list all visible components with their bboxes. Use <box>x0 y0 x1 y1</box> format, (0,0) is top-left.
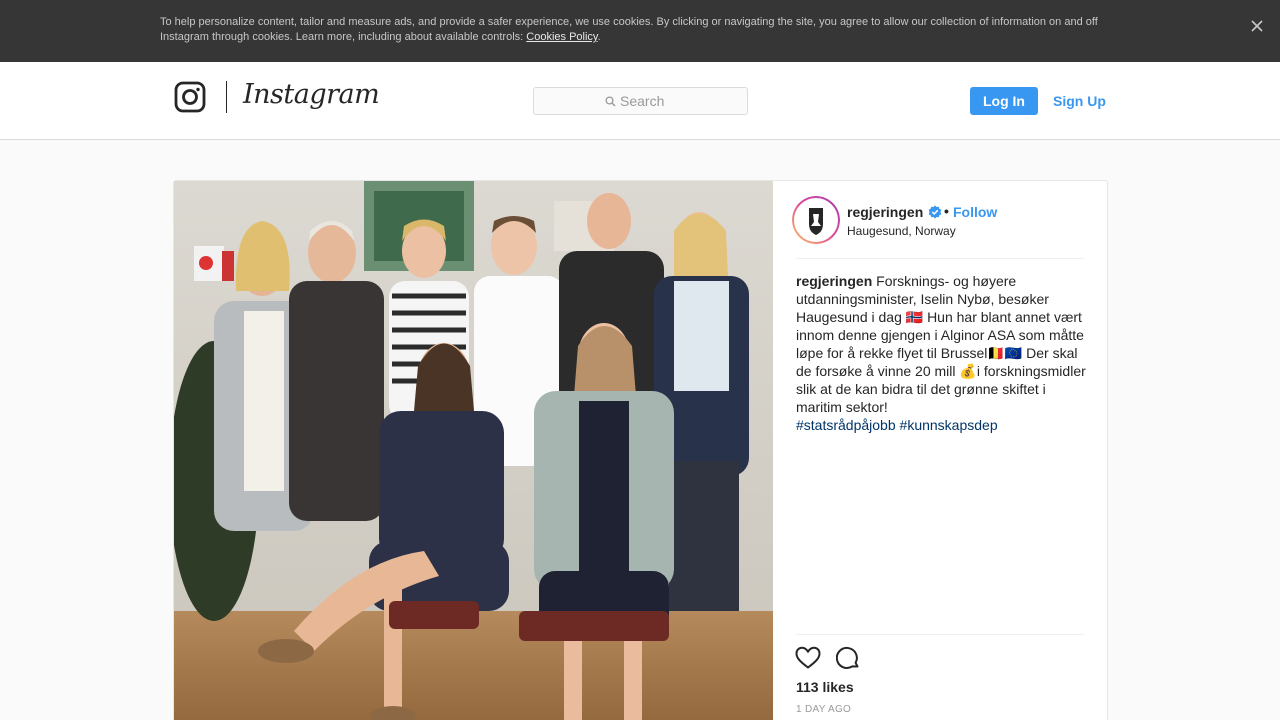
instagram-wordmark[interactable]: Instagram <box>243 79 380 110</box>
logo-divider <box>226 81 227 113</box>
log-in-button[interactable]: Log In <box>970 87 1038 115</box>
post-card: regjeringen • Follow Haugesund, Norway r… <box>173 180 1108 720</box>
hashtag-link[interactable]: #kunnskapsdep <box>900 417 998 433</box>
post-location[interactable]: Haugesund, Norway <box>847 224 956 238</box>
hashtag-link[interactable]: #statsrådpåjobb <box>796 417 896 433</box>
separator-dot: • <box>944 203 949 219</box>
close-icon[interactable] <box>1248 17 1266 35</box>
search-icon <box>605 96 616 107</box>
search-input[interactable] <box>620 91 740 111</box>
post-photo[interactable] <box>174 181 773 720</box>
caption-text: Forsknings- og høyere utdanningsminister… <box>796 273 1086 415</box>
verified-badge-icon <box>928 205 942 219</box>
group-photo-image <box>174 181 773 720</box>
cookie-suffix: . <box>597 31 601 43</box>
cookie-message: To help personalize content, tailor and … <box>160 16 1098 43</box>
sign-up-link[interactable]: Sign Up <box>1053 93 1106 109</box>
top-nav: Instagram Log In Sign Up <box>0 62 1280 140</box>
comment-icon[interactable] <box>836 646 860 670</box>
likes-count[interactable]: 113 likes <box>796 679 854 695</box>
cookie-banner: To help personalize content, tailor and … <box>0 0 1280 62</box>
heart-icon[interactable] <box>795 646 821 670</box>
post-timestamp[interactable]: 1 DAY AGO <box>796 704 851 715</box>
divider <box>796 258 1084 259</box>
post-username[interactable]: regjeringen <box>847 204 923 220</box>
cookies-policy-link[interactable]: Cookies Policy <box>526 31 597 43</box>
post-caption: regjeringen Forsknings- og høyere utdann… <box>796 272 1090 434</box>
cookie-text: To help personalize content, tailor and … <box>160 15 1120 45</box>
avatar[interactable] <box>792 196 840 244</box>
search-box[interactable] <box>533 87 748 115</box>
caption-username[interactable]: regjeringen <box>796 273 872 289</box>
follow-button[interactable]: Follow <box>953 204 997 220</box>
divider <box>796 634 1084 635</box>
instagram-camera-icon[interactable] <box>174 80 206 114</box>
post-side-panel: regjeringen • Follow Haugesund, Norway r… <box>773 181 1107 720</box>
